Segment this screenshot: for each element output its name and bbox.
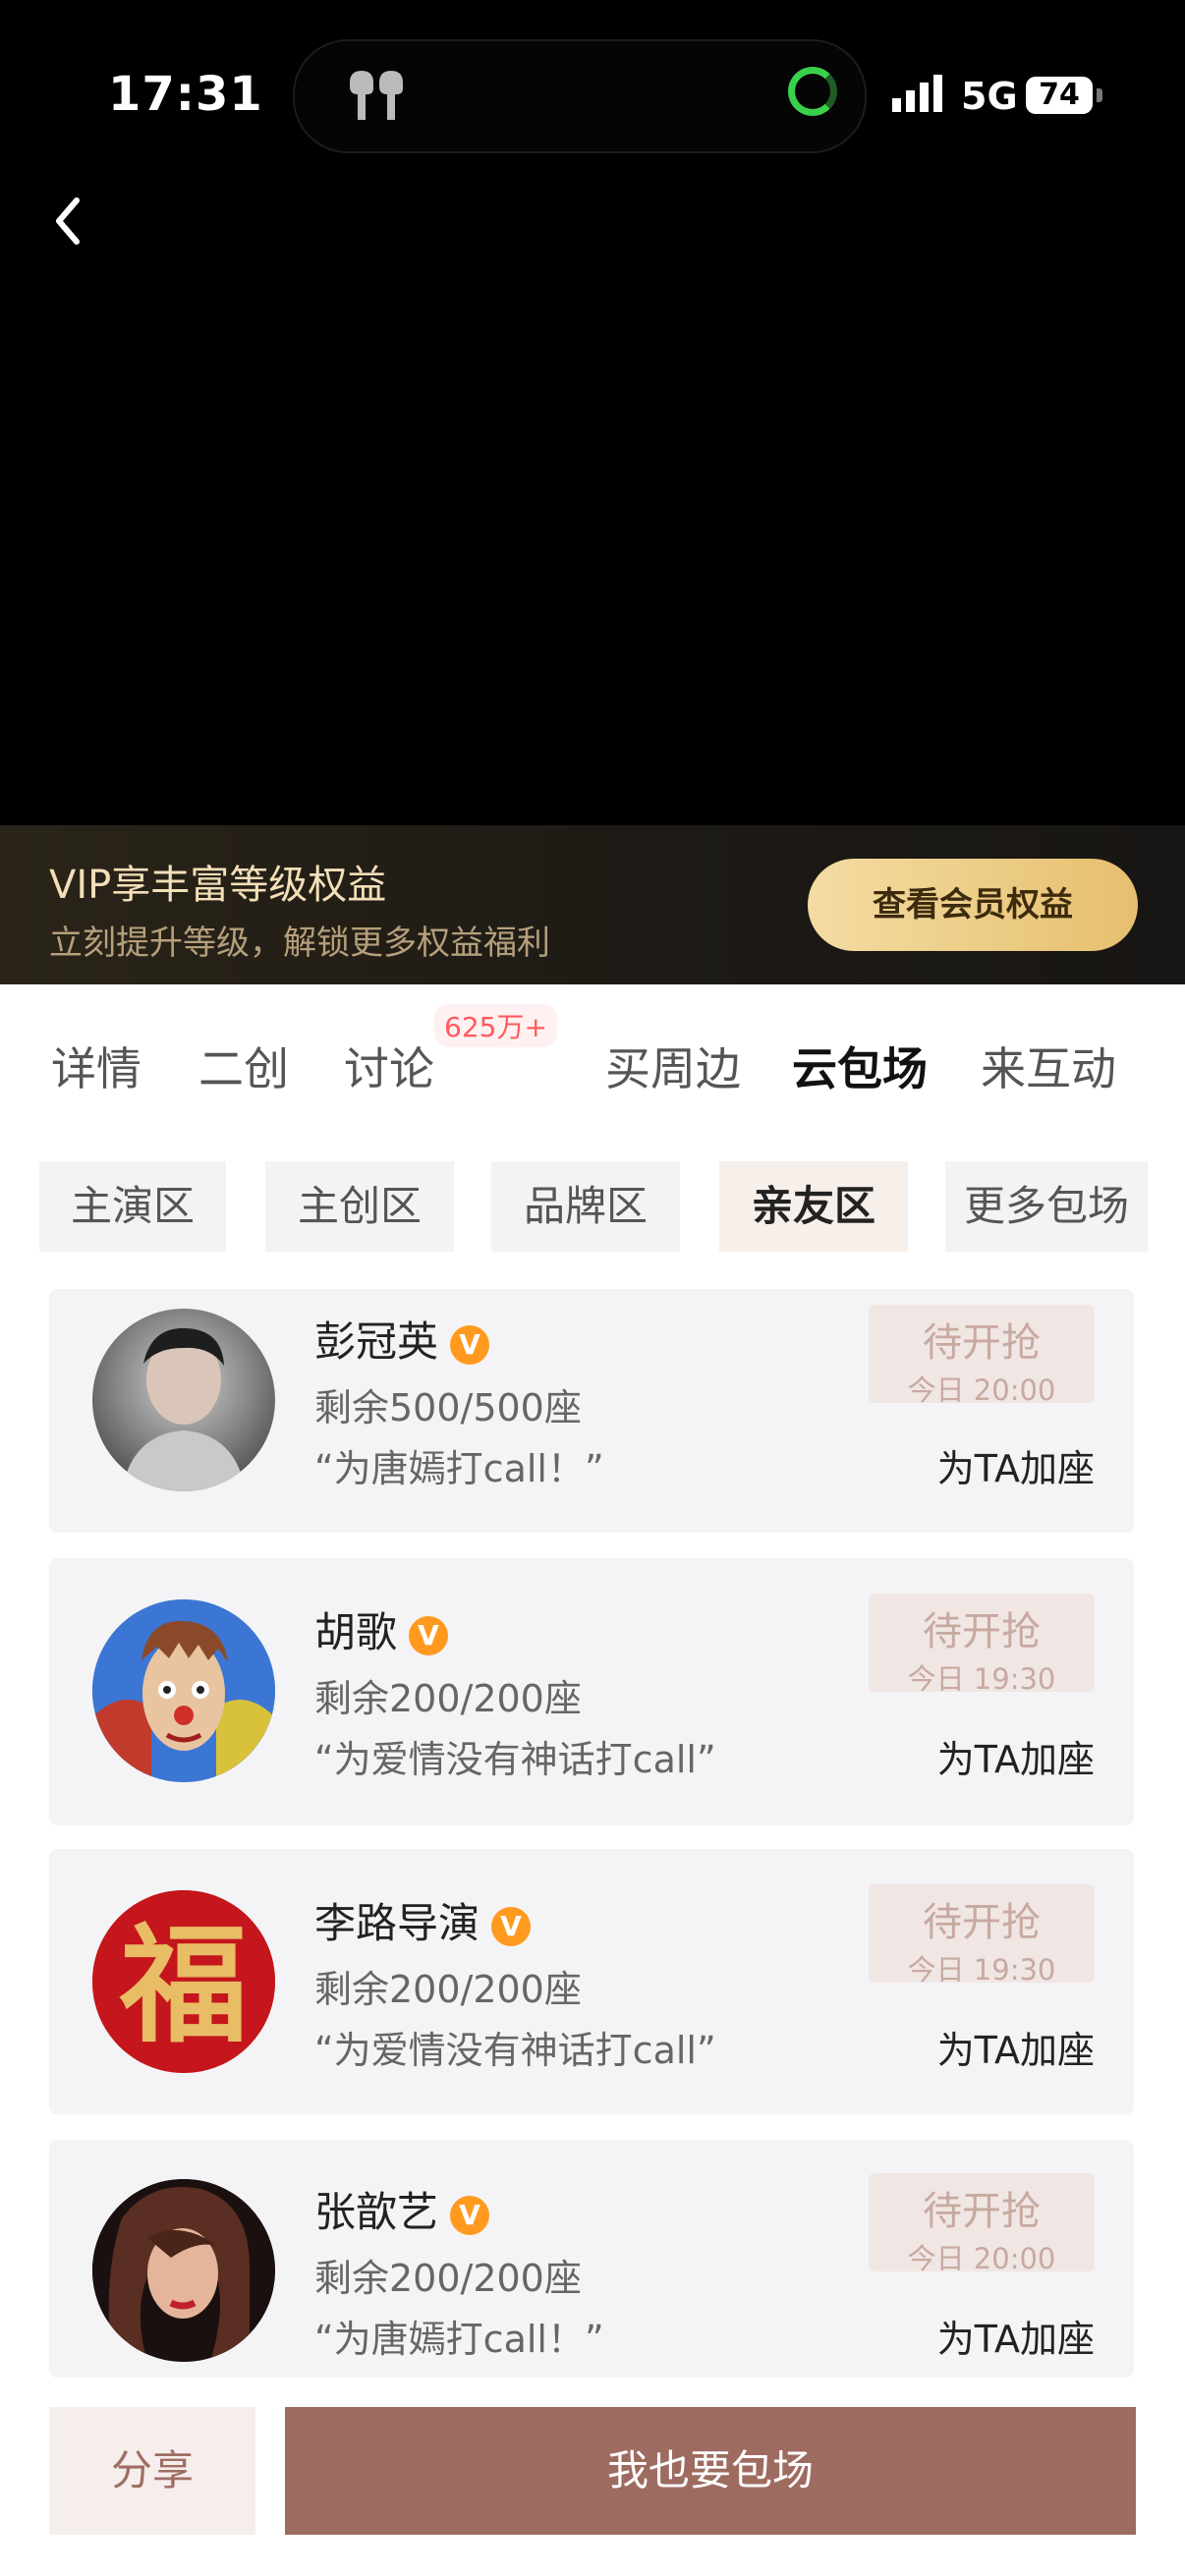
booking-card[interactable]: 彭冠英 V 剩余500/500座 “为唐嫣打call！” 待开抢 今日 20:00… bbox=[49, 1289, 1134, 1533]
host-message: “为爱情没有神话打call” bbox=[314, 1738, 716, 1781]
discussion-count-badge: 625万+ bbox=[434, 1004, 557, 1047]
dynamic-island bbox=[293, 39, 867, 153]
pending-grab-status: 待开抢 今日 19:30 bbox=[869, 1594, 1095, 1696]
earbuds-icon bbox=[350, 71, 403, 120]
pending-grab-status: 待开抢 今日 20:00 bbox=[869, 2173, 1095, 2275]
tab-cloud-booking[interactable]: 云包场 bbox=[792, 1034, 928, 1098]
avatar bbox=[92, 1599, 275, 1782]
vip-title: VIP享丰富等级权益 bbox=[49, 863, 387, 908]
host-message: “为唐嫣打call！” bbox=[314, 1447, 604, 1490]
verified-icon: V bbox=[409, 1615, 449, 1655]
grab-status-label: 待开抢 bbox=[923, 1609, 1041, 1654]
video-area: 17:31 5G 74 bbox=[0, 0, 1185, 825]
host-message: “为唐嫣打call！” bbox=[314, 2318, 604, 2361]
grab-status-label: 待开抢 bbox=[923, 1320, 1041, 1366]
subtab-lead-actors[interactable]: 主演区 bbox=[39, 1161, 226, 1252]
battery-tip bbox=[1097, 88, 1102, 102]
vip-subtitle: 立刻提升等级，解锁更多权益福利 bbox=[49, 924, 550, 963]
content-tabs: 详情 二创 讨论 625万+ 买周边 云包场 来互动 bbox=[0, 984, 1185, 1132]
booking-card[interactable]: 福 李路导演 V 剩余200/200座 “为爱情没有神话打call” 待开抢 今日… bbox=[49, 1849, 1134, 2114]
tab-fan-creations[interactable]: 二创 bbox=[198, 1034, 289, 1098]
host-name: 彭冠英 bbox=[314, 1317, 439, 1366]
person-portrait-icon bbox=[92, 2179, 275, 2362]
grab-start-time: 今日 19:30 bbox=[907, 1662, 1056, 1696]
cellular-signal-icon bbox=[892, 75, 942, 112]
host-name: 李路导演 bbox=[314, 1899, 480, 1947]
subtab-more-bookings[interactable]: 更多包场 bbox=[945, 1161, 1148, 1252]
host-message: “为爱情没有神话打call” bbox=[314, 2029, 716, 2072]
subtab-friends-family[interactable]: 亲友区 bbox=[719, 1161, 908, 1252]
painted-portrait-icon bbox=[92, 1599, 275, 1782]
avatar bbox=[92, 1309, 275, 1491]
fu-character: 福 bbox=[119, 1910, 248, 2060]
bottom-action-bar: 分享 我也要包场 bbox=[0, 2378, 1185, 2576]
host-name: 张歆艺 bbox=[314, 2188, 439, 2236]
add-seat-button[interactable]: 为TA加座 bbox=[937, 1729, 1095, 1783]
vip-banner: VIP享丰富等级权益 立刻提升等级，解锁更多权益福利 查看会员权益 bbox=[0, 825, 1185, 984]
book-screening-button[interactable]: 我也要包场 bbox=[285, 2407, 1136, 2535]
tab-merchandise[interactable]: 买周边 bbox=[605, 1034, 741, 1098]
remaining-seats: 剩余500/500座 bbox=[314, 1386, 582, 1429]
avatar bbox=[92, 2179, 275, 2362]
tab-details[interactable]: 详情 bbox=[51, 1034, 141, 1098]
status-bar: 17:31 5G 74 bbox=[0, 0, 1185, 196]
battery-icon: 74 bbox=[1026, 77, 1093, 114]
grab-status-label: 待开抢 bbox=[923, 1900, 1041, 1945]
add-seat-button[interactable]: 为TA加座 bbox=[937, 2020, 1095, 2074]
grab-start-time: 今日 20:00 bbox=[907, 2242, 1056, 2275]
host-name: 胡歌 bbox=[314, 1608, 398, 1656]
remaining-seats: 剩余200/200座 bbox=[314, 1968, 582, 2011]
activity-ring-icon bbox=[788, 67, 837, 116]
verified-icon: V bbox=[491, 1906, 532, 1946]
add-seat-button[interactable]: 为TA加座 bbox=[937, 2309, 1095, 2363]
fu-character-icon: 福 bbox=[92, 1890, 275, 2073]
verified-icon: V bbox=[450, 1324, 490, 1365]
clock: 17:31 bbox=[108, 67, 263, 122]
pending-grab-status: 待开抢 今日 19:30 bbox=[869, 1884, 1095, 1987]
grab-start-time: 今日 19:30 bbox=[907, 1953, 1056, 1987]
share-button[interactable]: 分享 bbox=[49, 2407, 255, 2535]
add-seat-button[interactable]: 为TA加座 bbox=[937, 1438, 1095, 1492]
back-arrow-icon[interactable] bbox=[45, 187, 104, 255]
host-name-row: 胡歌 V bbox=[314, 1599, 449, 1656]
grab-status-label: 待开抢 bbox=[923, 2189, 1041, 2234]
avatar: 福 bbox=[92, 1890, 275, 2073]
pending-grab-status: 待开抢 今日 20:00 bbox=[869, 1305, 1095, 1407]
view-membership-button[interactable]: 查看会员权益 bbox=[808, 859, 1138, 951]
host-name-row: 彭冠英 V bbox=[314, 1309, 490, 1366]
subtab-creators[interactable]: 主创区 bbox=[265, 1161, 454, 1252]
remaining-seats: 剩余200/200座 bbox=[314, 2257, 582, 2300]
host-name-row: 张歆艺 V bbox=[314, 2179, 490, 2236]
booking-card[interactable]: 张歆艺 V 剩余200/200座 “为唐嫣打call！” 待开抢 今日 20:00… bbox=[49, 2140, 1134, 2378]
tab-interact[interactable]: 来互动 bbox=[981, 1034, 1116, 1098]
verified-icon: V bbox=[450, 2195, 490, 2235]
remaining-seats: 剩余200/200座 bbox=[314, 1677, 582, 1720]
host-name-row: 李路导演 V bbox=[314, 1890, 532, 1947]
network-type: 5G bbox=[961, 75, 1018, 118]
booking-card[interactable]: 胡歌 V 剩余200/200座 “为爱情没有神话打call” 待开抢 今日 19:… bbox=[49, 1558, 1134, 1825]
subtab-brands[interactable]: 品牌区 bbox=[491, 1161, 680, 1252]
grab-start-time: 今日 20:00 bbox=[907, 1373, 1056, 1407]
tab-discussion[interactable]: 讨论 bbox=[344, 1034, 434, 1098]
person-portrait-icon bbox=[122, 1327, 246, 1491]
